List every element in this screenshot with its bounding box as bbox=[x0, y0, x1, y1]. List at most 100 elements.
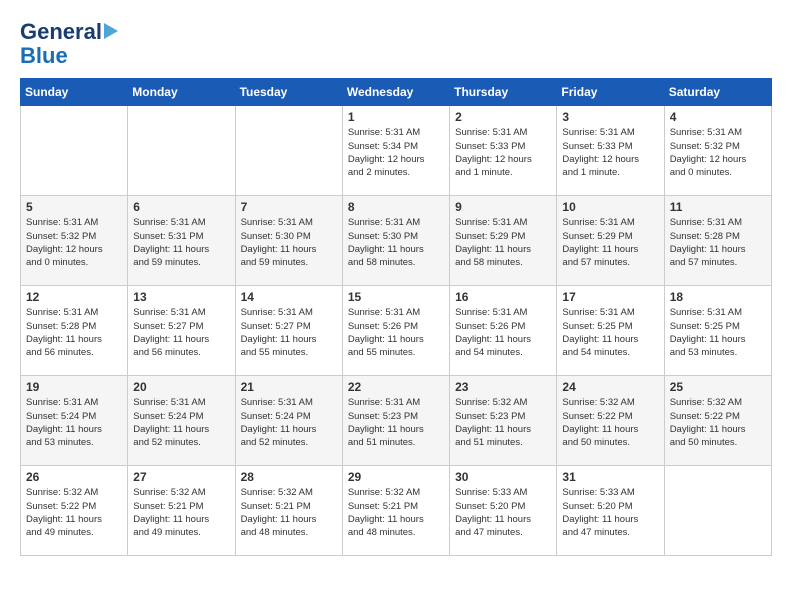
day-number: 8 bbox=[348, 200, 444, 214]
calendar-cell: 14Sunrise: 5:31 AM Sunset: 5:27 PM Dayli… bbox=[235, 286, 342, 376]
day-number: 31 bbox=[562, 470, 658, 484]
calendar-cell: 28 Sunrise: 5:32 AM Sunset: 5:21 PM Dayli… bbox=[235, 466, 342, 556]
calendar-header-monday: Monday bbox=[128, 79, 235, 106]
calendar-cell: 22 Sunrise: 5:31 AM Sunset: 5:23 PM Dayli… bbox=[342, 376, 449, 466]
day-number: 26 bbox=[26, 470, 122, 484]
calendar-cell: 17Sunrise: 5:31 AM Sunset: 5:25 PM Dayli… bbox=[557, 286, 664, 376]
day-number: 5 bbox=[26, 200, 122, 214]
calendar-cell: 18 Sunrise: 5:31 AM Sunset: 5:25 PM Dayli… bbox=[664, 286, 771, 376]
day-number: 9 bbox=[455, 200, 551, 214]
calendar-cell: 25 Sunrise: 5:32 AM Sunset: 5:22 PM Dayli… bbox=[664, 376, 771, 466]
calendar-header-sunday: Sunday bbox=[21, 79, 128, 106]
calendar-cell: 12 Sunrise: 5:31 AM Sunset: 5:28 PM Dayli… bbox=[21, 286, 128, 376]
calendar-week-row: 1Sunrise: 5:31 AM Sunset: 5:34 PM Daylig… bbox=[21, 106, 772, 196]
day-info: Sunrise: 5:32 AM Sunset: 5:21 PM Dayligh… bbox=[348, 486, 444, 539]
logo-blue: Blue bbox=[20, 44, 68, 68]
day-info: Sunrise: 5:32 AM Sunset: 5:22 PM Dayligh… bbox=[562, 396, 658, 449]
day-info: Sunrise: 5:32 AM Sunset: 5:21 PM Dayligh… bbox=[133, 486, 229, 539]
calendar-cell: 4Sunrise: 5:31 AM Sunset: 5:32 PM Daylig… bbox=[664, 106, 771, 196]
day-info: Sunrise: 5:31 AM Sunset: 5:24 PM Dayligh… bbox=[26, 396, 122, 449]
calendar-header-tuesday: Tuesday bbox=[235, 79, 342, 106]
day-number: 30 bbox=[455, 470, 551, 484]
day-info: Sunrise: 5:32 AM Sunset: 5:22 PM Dayligh… bbox=[26, 486, 122, 539]
calendar-cell: 7Sunrise: 5:31 AM Sunset: 5:30 PM Daylig… bbox=[235, 196, 342, 286]
day-info: Sunrise: 5:31 AM Sunset: 5:29 PM Dayligh… bbox=[562, 216, 658, 269]
day-info: Sunrise: 5:31 AM Sunset: 5:24 PM Dayligh… bbox=[133, 396, 229, 449]
calendar-week-row: 26 Sunrise: 5:32 AM Sunset: 5:22 PM Dayli… bbox=[21, 466, 772, 556]
calendar-cell: 3 Sunrise: 5:31 AM Sunset: 5:33 PM Daylig… bbox=[557, 106, 664, 196]
day-number: 15 bbox=[348, 290, 444, 304]
day-number: 24 bbox=[562, 380, 658, 394]
day-info: Sunrise: 5:31 AM Sunset: 5:24 PM Dayligh… bbox=[241, 396, 337, 449]
logo: General Blue bbox=[20, 20, 118, 68]
day-info: Sunrise: 5:31 AM Sunset: 5:32 PM Dayligh… bbox=[26, 216, 122, 269]
day-info: Sunrise: 5:31 AM Sunset: 5:23 PM Dayligh… bbox=[348, 396, 444, 449]
day-number: 29 bbox=[348, 470, 444, 484]
day-number: 28 bbox=[241, 470, 337, 484]
day-info: Sunrise: 5:31 AM Sunset: 5:29 PM Dayligh… bbox=[455, 216, 551, 269]
calendar-cell: 2Sunrise: 5:31 AM Sunset: 5:33 PM Daylig… bbox=[450, 106, 557, 196]
day-number: 6 bbox=[133, 200, 229, 214]
calendar-cell: 29 Sunrise: 5:32 AM Sunset: 5:21 PM Dayli… bbox=[342, 466, 449, 556]
calendar-cell: 15 Sunrise: 5:31 AM Sunset: 5:26 PM Dayli… bbox=[342, 286, 449, 376]
day-info: Sunrise: 5:31 AM Sunset: 5:26 PM Dayligh… bbox=[348, 306, 444, 359]
calendar-cell: 23 Sunrise: 5:32 AM Sunset: 5:23 PM Dayli… bbox=[450, 376, 557, 466]
day-number: 2 bbox=[455, 110, 551, 124]
day-info: Sunrise: 5:31 AM Sunset: 5:31 PM Dayligh… bbox=[133, 216, 229, 269]
calendar-header-friday: Friday bbox=[557, 79, 664, 106]
calendar-header-wednesday: Wednesday bbox=[342, 79, 449, 106]
day-number: 17 bbox=[562, 290, 658, 304]
calendar-cell: 9 Sunrise: 5:31 AM Sunset: 5:29 PM Daylig… bbox=[450, 196, 557, 286]
day-number: 13 bbox=[133, 290, 229, 304]
calendar-cell: 8Sunrise: 5:31 AM Sunset: 5:30 PM Daylig… bbox=[342, 196, 449, 286]
calendar-week-row: 5 Sunrise: 5:31 AM Sunset: 5:32 PM Daylig… bbox=[21, 196, 772, 286]
day-number: 14 bbox=[241, 290, 337, 304]
calendar-cell: 6 Sunrise: 5:31 AM Sunset: 5:31 PM Daylig… bbox=[128, 196, 235, 286]
calendar-cell: 27 Sunrise: 5:32 AM Sunset: 5:21 PM Dayli… bbox=[128, 466, 235, 556]
day-info: Sunrise: 5:31 AM Sunset: 5:28 PM Dayligh… bbox=[670, 216, 766, 269]
calendar-table: SundayMondayTuesdayWednesdayThursdayFrid… bbox=[20, 78, 772, 556]
day-number: 11 bbox=[670, 200, 766, 214]
day-number: 16 bbox=[455, 290, 551, 304]
day-info: Sunrise: 5:31 AM Sunset: 5:25 PM Dayligh… bbox=[670, 306, 766, 359]
day-number: 12 bbox=[26, 290, 122, 304]
calendar-cell: 11 Sunrise: 5:31 AM Sunset: 5:28 PM Dayli… bbox=[664, 196, 771, 286]
calendar-cell: 21 Sunrise: 5:31 AM Sunset: 5:24 PM Dayli… bbox=[235, 376, 342, 466]
calendar-week-row: 19 Sunrise: 5:31 AM Sunset: 5:24 PM Dayli… bbox=[21, 376, 772, 466]
day-number: 27 bbox=[133, 470, 229, 484]
calendar-header-saturday: Saturday bbox=[664, 79, 771, 106]
calendar-header-thursday: Thursday bbox=[450, 79, 557, 106]
day-number: 25 bbox=[670, 380, 766, 394]
page-header: General Blue bbox=[20, 20, 772, 68]
calendar-cell: 1Sunrise: 5:31 AM Sunset: 5:34 PM Daylig… bbox=[342, 106, 449, 196]
day-number: 22 bbox=[348, 380, 444, 394]
day-number: 23 bbox=[455, 380, 551, 394]
calendar-cell: 30 Sunrise: 5:33 AM Sunset: 5:20 PM Dayli… bbox=[450, 466, 557, 556]
day-number: 3 bbox=[562, 110, 658, 124]
calendar-cell: 24 Sunrise: 5:32 AM Sunset: 5:22 PM Dayli… bbox=[557, 376, 664, 466]
calendar-cell bbox=[664, 466, 771, 556]
calendar-cell: 31Sunrise: 5:33 AM Sunset: 5:20 PM Dayli… bbox=[557, 466, 664, 556]
calendar-cell: 5 Sunrise: 5:31 AM Sunset: 5:32 PM Daylig… bbox=[21, 196, 128, 286]
day-info: Sunrise: 5:32 AM Sunset: 5:21 PM Dayligh… bbox=[241, 486, 337, 539]
calendar-cell: 26 Sunrise: 5:32 AM Sunset: 5:22 PM Dayli… bbox=[21, 466, 128, 556]
day-number: 19 bbox=[26, 380, 122, 394]
day-number: 21 bbox=[241, 380, 337, 394]
day-info: Sunrise: 5:33 AM Sunset: 5:20 PM Dayligh… bbox=[455, 486, 551, 539]
day-info: Sunrise: 5:32 AM Sunset: 5:22 PM Dayligh… bbox=[670, 396, 766, 449]
day-info: Sunrise: 5:31 AM Sunset: 5:28 PM Dayligh… bbox=[26, 306, 122, 359]
calendar-cell: 20Sunrise: 5:31 AM Sunset: 5:24 PM Dayli… bbox=[128, 376, 235, 466]
day-info: Sunrise: 5:32 AM Sunset: 5:23 PM Dayligh… bbox=[455, 396, 551, 449]
day-info: Sunrise: 5:31 AM Sunset: 5:30 PM Dayligh… bbox=[241, 216, 337, 269]
calendar-cell: 19 Sunrise: 5:31 AM Sunset: 5:24 PM Dayli… bbox=[21, 376, 128, 466]
calendar-cell: 10 Sunrise: 5:31 AM Sunset: 5:29 PM Dayli… bbox=[557, 196, 664, 286]
day-info: Sunrise: 5:31 AM Sunset: 5:27 PM Dayligh… bbox=[133, 306, 229, 359]
day-info: Sunrise: 5:31 AM Sunset: 5:33 PM Dayligh… bbox=[562, 126, 658, 179]
calendar-cell bbox=[128, 106, 235, 196]
calendar-cell bbox=[21, 106, 128, 196]
calendar-cell: 16Sunrise: 5:31 AM Sunset: 5:26 PM Dayli… bbox=[450, 286, 557, 376]
day-number: 18 bbox=[670, 290, 766, 304]
day-number: 10 bbox=[562, 200, 658, 214]
day-info: Sunrise: 5:31 AM Sunset: 5:32 PM Dayligh… bbox=[670, 126, 766, 179]
logo-text: General bbox=[20, 20, 118, 44]
